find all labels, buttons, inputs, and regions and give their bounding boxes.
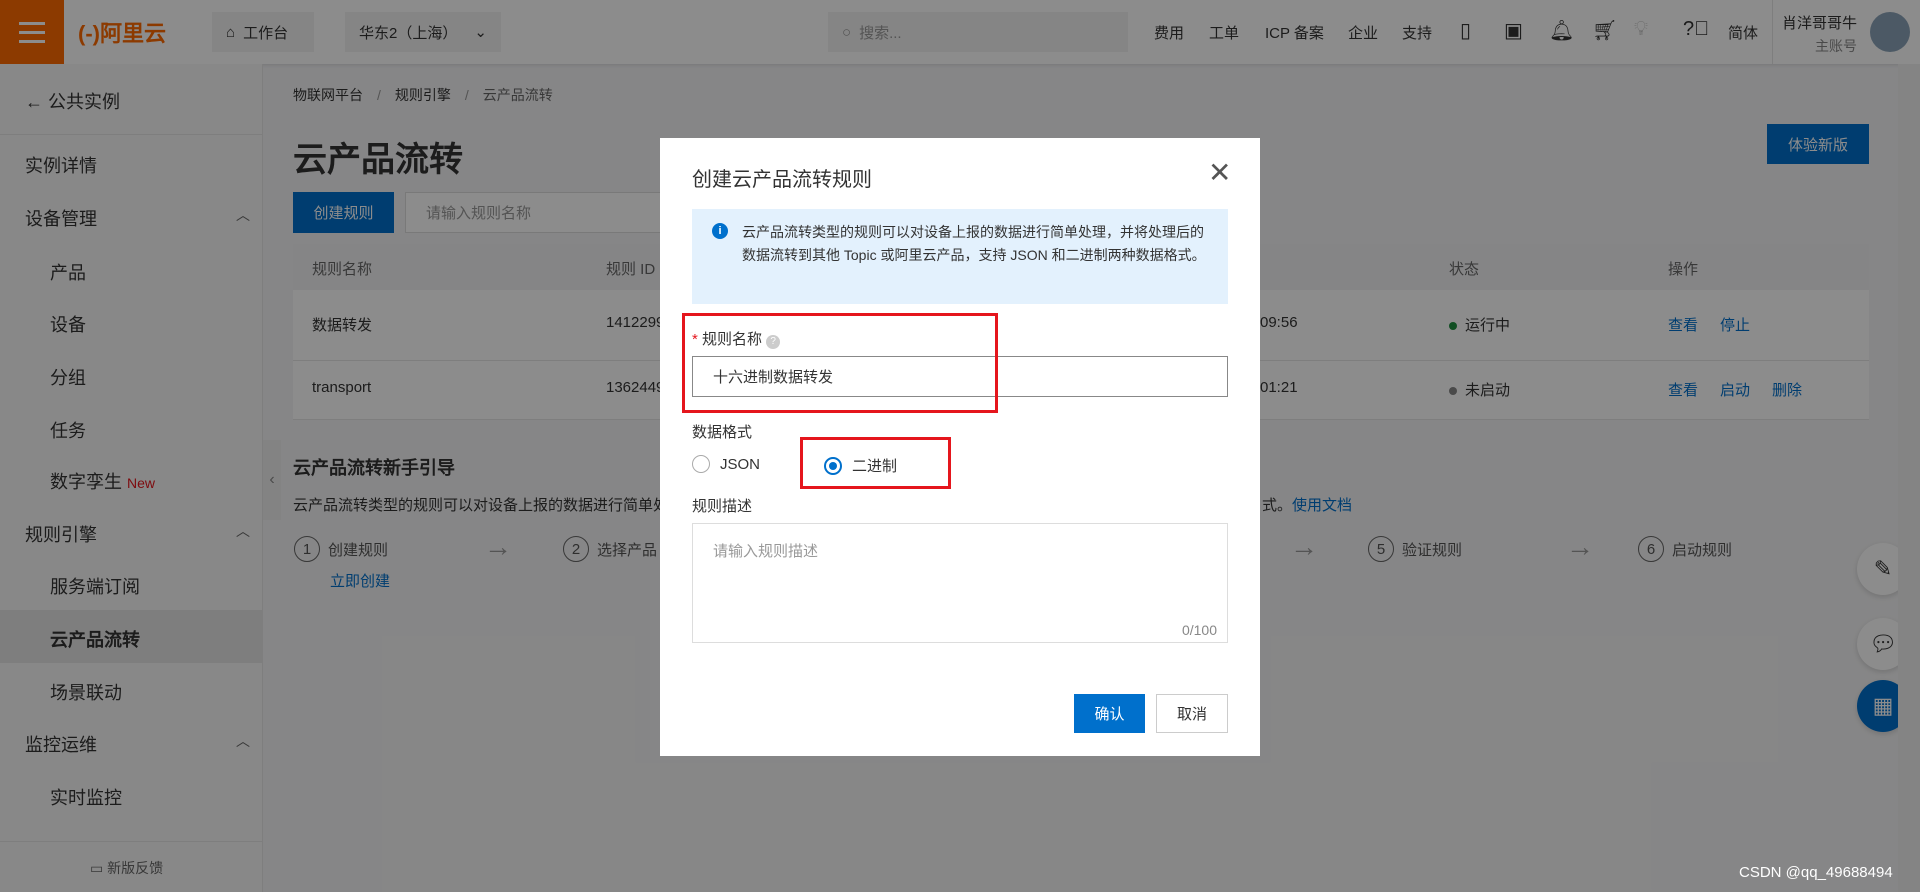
data-format-label: 数据格式 [692,424,753,441]
info-alert: i 云产品流转类型的规则可以对设备上报的数据进行简单处理，并将处理后的数据流转到… [692,209,1228,304]
highlight-box [682,313,998,413]
description-label: 规则描述 [692,498,753,515]
watermark: CSDN @qq_49688494 [1739,864,1893,881]
radio-label: JSON [720,455,761,473]
info-icon: i [712,223,728,239]
highlight-box [800,437,951,489]
confirm-button[interactable]: 确认 [1074,694,1145,733]
radio-button [692,455,710,473]
dialog-title: 创建云产品流转规则 [692,169,872,191]
radio-json[interactable]: JSON [692,455,760,473]
char-count: 0/100 [1181,622,1217,638]
info-text: 云产品流转类型的规则可以对设备上报的数据进行简单处理，并将处理后的数据流转到其他… [742,224,1206,263]
close-icon[interactable]: ✕ [1208,156,1231,189]
description-placeholder: 请输入规则描述 [713,543,819,560]
description-textarea[interactable]: 请输入规则描述 0/100 [692,523,1228,643]
cancel-button[interactable]: 取消 [1156,694,1228,733]
create-rule-dialog: 创建云产品流转规则 ✕ i 云产品流转类型的规则可以对设备上报的数据进行简单处理… [660,138,1260,756]
